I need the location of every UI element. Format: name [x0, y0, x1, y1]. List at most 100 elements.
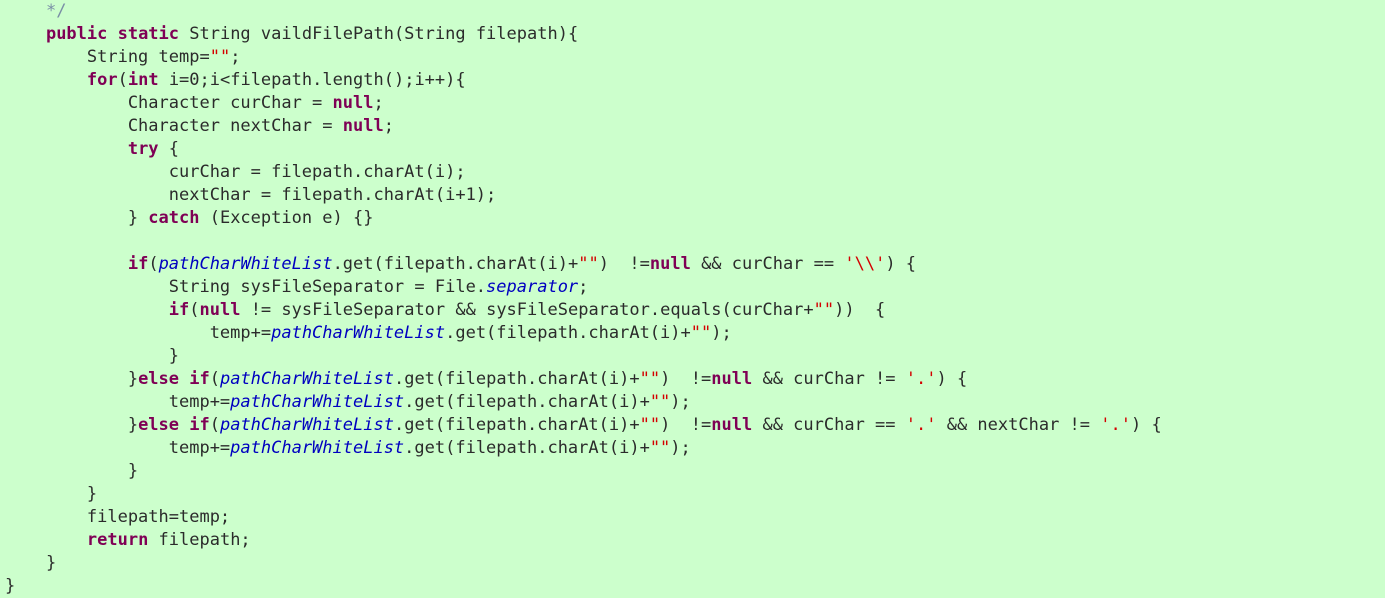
- code-token-plain: ) !=: [660, 369, 712, 389]
- code-line[interactable]: temp+=pathCharWhiteList.get(filepath.cha…: [0, 437, 1385, 460]
- code-line[interactable]: curChar = filepath.charAt(i);: [0, 161, 1385, 184]
- code-token-keyword: null: [711, 415, 753, 435]
- code-token-keyword: null: [711, 369, 753, 389]
- code-token-plain: );: [670, 392, 691, 412]
- code-token-static: separator: [486, 277, 579, 297]
- code-line[interactable]: String temp="";: [0, 46, 1385, 69]
- code-token-keyword: if: [168, 300, 190, 320]
- code-token-plain: != sysFileSeparator && sysFileSeparator.…: [240, 300, 814, 320]
- code-line[interactable]: nextChar = filepath.charAt(i+1);: [0, 184, 1385, 207]
- code-line[interactable]: public static String vaildFilePath(Strin…: [0, 23, 1385, 46]
- code-token-string: "": [690, 323, 712, 343]
- code-token-plain: temp+=: [5, 323, 272, 343]
- code-token-keyword: null: [332, 93, 374, 113]
- code-token-string: '\\': [844, 254, 886, 274]
- code-token-plain: Character curChar =: [5, 93, 333, 113]
- code-token-string: "": [649, 392, 671, 412]
- code-token-plain: .get(filepath.charAt(i)+: [393, 369, 640, 389]
- code-lines-container: */ public static String vaildFilePath(St…: [0, 0, 1385, 598]
- code-token-plain: filepath=temp;: [5, 507, 231, 527]
- code-token-plain: .get(filepath.charAt(i)+: [404, 438, 650, 458]
- code-token-string: "": [209, 47, 231, 67]
- code-token-field: pathCharWhiteList: [158, 254, 333, 274]
- code-token-plain: ;: [230, 47, 241, 67]
- code-token-plain: curChar = filepath.charAt(i);: [5, 162, 466, 182]
- code-line[interactable]: }: [0, 483, 1385, 506]
- code-line[interactable]: String sysFileSeparator = File.separator…: [0, 276, 1385, 299]
- code-line[interactable]: }else if(pathCharWhiteList.get(filepath.…: [0, 368, 1385, 391]
- code-line[interactable]: }else if(pathCharWhiteList.get(filepath.…: [0, 414, 1385, 437]
- code-token-plain: Character nextChar =: [5, 116, 343, 136]
- code-line[interactable]: temp+=pathCharWhiteList.get(filepath.cha…: [0, 391, 1385, 414]
- code-token-plain: .get(filepath.charAt(i)+: [445, 323, 691, 343]
- code-token-keyword: for: [86, 70, 118, 90]
- code-line[interactable]: } catch (Exception e) {}: [0, 207, 1385, 230]
- code-token-keyword: try: [127, 139, 159, 159]
- code-token-plain: (: [189, 300, 200, 320]
- code-token-plain: }: [5, 369, 139, 389]
- code-token-plain: && curChar ==: [752, 415, 906, 435]
- code-token-plain: (: [117, 70, 128, 90]
- code-token-keyword: return: [86, 530, 149, 550]
- code-line[interactable]: */: [0, 0, 1385, 23]
- code-line[interactable]: if(pathCharWhiteList.get(filepath.charAt…: [0, 253, 1385, 276]
- code-token-plain: (: [209, 369, 220, 389]
- code-line[interactable]: if(null != sysFileSeparator && sysFileSe…: [0, 299, 1385, 322]
- code-line[interactable]: }: [0, 575, 1385, 598]
- code-token-keyword: null: [199, 300, 241, 320]
- code-token-keyword: public static: [45, 24, 180, 44]
- code-line[interactable]: [0, 230, 1385, 253]
- code-token-plain: && nextChar !=: [936, 415, 1101, 435]
- code-line[interactable]: }: [0, 460, 1385, 483]
- code-token-plain: }: [5, 415, 139, 435]
- code-token-plain: (: [209, 415, 220, 435]
- code-token-keyword: null: [342, 116, 384, 136]
- code-line[interactable]: temp+=pathCharWhiteList.get(filepath.cha…: [0, 322, 1385, 345]
- code-token-plain: {: [158, 139, 180, 159]
- code-token-plain: .get(filepath.charAt(i)+: [332, 254, 579, 274]
- code-line[interactable]: }: [0, 345, 1385, 368]
- code-line[interactable]: Character nextChar = null;: [0, 115, 1385, 138]
- code-token-plain: .get(filepath.charAt(i)+: [393, 415, 640, 435]
- code-token-plain: nextChar = filepath.charAt(i+1);: [5, 185, 497, 205]
- code-token-plain: (: [148, 254, 159, 274]
- code-token-string: "": [639, 415, 661, 435]
- code-token-plain: (Exception e) {}: [199, 208, 374, 228]
- code-token-string: "": [813, 300, 835, 320]
- code-line[interactable]: Character curChar = null;: [0, 92, 1385, 115]
- code-token-keyword: int: [127, 70, 159, 90]
- code-token-plain: ) {: [936, 369, 968, 389]
- code-line[interactable]: filepath=temp;: [0, 506, 1385, 529]
- code-token-field: pathCharWhiteList: [219, 369, 394, 389]
- code-token-string: '.': [905, 415, 937, 435]
- code-token-plain: }: [5, 576, 16, 596]
- code-token-plain: String sysFileSeparator = File.: [5, 277, 487, 297]
- code-line[interactable]: return filepath;: [0, 529, 1385, 552]
- code-token-plain: )) {: [834, 300, 886, 320]
- code-token-plain: }: [5, 461, 139, 481]
- code-token-field: pathCharWhiteList: [230, 438, 405, 458]
- code-token-keyword: else if: [138, 369, 210, 389]
- code-line[interactable]: try {: [0, 138, 1385, 161]
- code-line[interactable]: for(int i=0;i<filepath.length();i++){: [0, 69, 1385, 92]
- code-token-plain: ) {: [1130, 415, 1162, 435]
- code-line[interactable]: }: [0, 552, 1385, 575]
- code-token-plain: );: [711, 323, 732, 343]
- code-token-field: pathCharWhiteList: [271, 323, 446, 343]
- code-token-keyword: catch: [148, 208, 200, 228]
- code-token-string: '.': [905, 369, 937, 389]
- code-token-plain: String temp=: [5, 47, 210, 67]
- code-token-plain: );: [670, 438, 691, 458]
- code-token-comment: */: [45, 1, 67, 21]
- code-token-field: pathCharWhiteList: [230, 392, 405, 412]
- code-token-plain: temp+=: [5, 392, 231, 412]
- code-editor-view[interactable]: */ public static String vaildFilePath(St…: [0, 0, 1385, 596]
- code-token-plain: .get(filepath.charAt(i)+: [404, 392, 650, 412]
